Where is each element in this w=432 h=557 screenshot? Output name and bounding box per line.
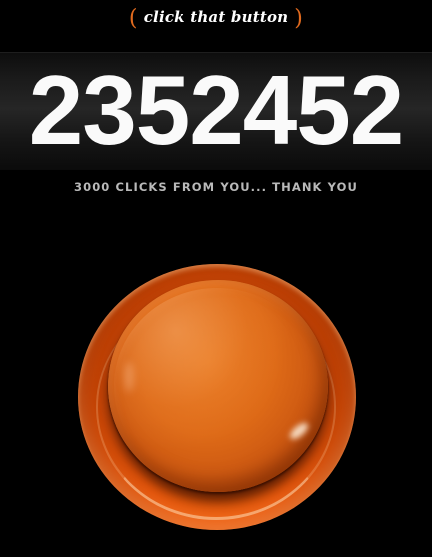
counter-band: 2352452 — [0, 52, 432, 170]
logo-paren-close: ) — [294, 6, 304, 31]
user-clicks-message: 3000 CLICKS FROM YOU... THANK YOU — [73, 180, 358, 194]
logo-text: click that button — [143, 8, 289, 26]
button-cap — [108, 280, 328, 492]
click-counter: 2352452 — [28, 55, 405, 165]
button-glint-left — [124, 362, 134, 392]
button-highlight — [114, 288, 320, 484]
click-button[interactable] — [78, 264, 356, 530]
site-logo[interactable]: ( click that button) — [0, 6, 432, 31]
logo-paren-open: ( — [128, 6, 138, 31]
